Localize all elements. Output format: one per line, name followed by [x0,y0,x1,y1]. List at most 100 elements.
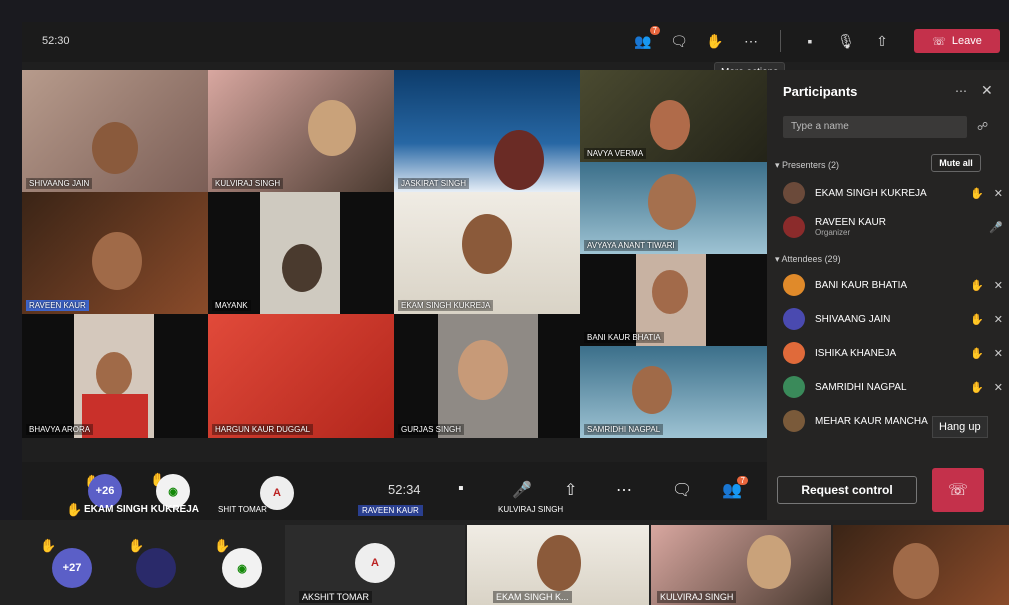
more-options-icon[interactable]: ⋯ [616,480,632,500]
avatar [783,308,805,330]
avatar [783,182,805,204]
participant-name: RAVEEN KAUR [815,217,886,228]
tile-name: EKAM SINGH K... [493,591,572,603]
share-screen-icon[interactable]: ⇧ [564,480,577,500]
avatar [783,342,805,364]
camera-icon[interactable]: ▪ [799,30,821,52]
share-icon[interactable]: ⇧ [871,30,893,52]
participant-face [282,244,322,292]
panel-title: Participants [783,84,858,99]
flag-avatar: ◉ [222,548,262,588]
video-grid: SHIVAANG JAIN KULVIRAJ SINGH JASKIRAT SI… [22,70,767,462]
video-tile[interactable]: EKAM SINGH KUKREJA [394,192,580,314]
more-actions-icon[interactable]: ⋯ [740,30,762,52]
leave-button[interactable]: ☏ Leave [914,29,1000,53]
video-tile[interactable]: EKAM SINGH K... [467,525,649,605]
tile-name: AVYAYA ANANT TIWARI [584,240,678,251]
video-tile[interactable]: KULVIRAJ SINGH [651,525,831,605]
more-participants-badge[interactable]: +27 [52,548,92,588]
participants-icon[interactable]: 👥 7 [722,476,748,500]
video-tile[interactable]: GURJAS SINGH [394,314,580,438]
call-control-bar: ✋ +26 ✋ ◉ A 52:34 ▪ 🎤 ⇧ ⋯ 🗨 👥7 ✋ EKAM SI… [22,462,767,520]
presenters-label: Presenters (2) [782,160,840,170]
request-control-button[interactable]: Request control [777,476,917,504]
mute-all-button[interactable]: Mute all [931,154,981,172]
video-tile[interactable]: KULVIRAJ SINGH [208,70,394,192]
meeting-timer: 52:30 [42,35,70,47]
mic-off-icon[interactable]: ✕ [994,381,1003,394]
phone-icon: ☏ [947,482,968,499]
mic-icon[interactable]: 🎤 [512,480,532,500]
mic-off-icon[interactable]: ✕ [994,313,1003,326]
tile-name: GURJAS SINGH [398,424,465,435]
video-tile[interactable]: SAMRIDHI NAGPAL [580,346,767,438]
bottom-name: RAVEEN KAUR [358,505,423,516]
attendees-header[interactable]: ▾ Attendees (29) [775,254,841,265]
mic-off-icon[interactable]: ✕ [994,279,1003,292]
bottom-name: KULVIRAJ SINGH [498,505,564,514]
participant-video [462,214,512,274]
participant-info: RAVEEN KAUR Organizer [815,217,967,237]
participants-badge: 7 [649,26,660,35]
chat-icon[interactable]: 🗨 [672,480,692,500]
chat-icon[interactable]: 🗨 [668,30,690,52]
video-tile[interactable]: A AKSHIT TOMAR [285,525,465,605]
avatar [783,410,805,432]
tile-name: MAYANK [212,300,251,311]
participant-face [458,340,508,400]
video-tile[interactable]: NAVYA VERMA [580,70,767,162]
video-tile[interactable]: SHIVAANG JAIN [22,70,208,192]
video-tile[interactable]: RAVEEN KAUR [22,192,208,314]
leave-label: Leave [951,35,982,47]
raise-hand-icon[interactable]: ✋ [704,30,726,52]
hang-up-button[interactable]: ☏ [932,468,984,512]
video-tile[interactable]: BHAVYA ARORA [22,314,208,438]
avatar [783,216,805,238]
participant-row[interactable]: SAMRIDHI NAGPAL ✋ ✕ [783,374,1003,400]
tile-name: NAVYA VERMA [584,148,647,159]
close-icon[interactable]: ✕ [981,82,993,99]
video-tile[interactable] [833,525,1009,605]
participant-row[interactable]: RAVEEN KAUR Organizer 🎤 [783,210,1003,244]
video-tile[interactable]: HARGUN KAUR DUGGAL [208,314,394,438]
search-input[interactable]: Type a name [783,116,967,138]
video-tile[interactable]: MAYANK [208,192,394,314]
participant-row[interactable]: EKAM SINGH KUKREJA ✋ ✕ [783,180,1003,206]
participant-role: Organizer [815,228,851,237]
participant-row[interactable]: BANI KAUR BHATIA ✋ ✕ [783,272,1003,298]
tile-name: SAMRIDHI NAGPAL [584,424,664,435]
more-icon[interactable]: ⋯ [955,84,967,98]
tile-name: BHAVYA ARORA [26,424,94,435]
participant-face [652,270,688,314]
more-participants-badge[interactable]: +26 [88,474,122,508]
tile-name: RAVEEN KAUR [26,300,89,311]
raised-hand-icon: ✋ [970,347,984,360]
mic-off-icon[interactable]: 🎙 [835,30,857,52]
tile-name: BANI KAUR BHATIA [584,332,664,343]
participant-video [92,122,138,174]
link-icon[interactable]: ☍ [977,120,988,133]
participant-video [632,366,672,414]
participant-video [537,535,581,591]
video-tile[interactable]: BANI KAUR BHATIA [580,254,767,346]
tile-name: EKAM SINGH KUKREJA [398,300,494,311]
camera-icon[interactable]: ▪ [458,480,464,498]
call-timer: 52:34 [388,482,421,497]
video-tile[interactable]: JASKIRAT SINGH [394,70,580,192]
avatar [783,274,805,296]
participants-icon[interactable]: 👥 7 [632,26,660,52]
chevron-down-icon: ▾ [775,160,783,170]
participant-video [494,130,544,190]
mic-icon[interactable]: 🎤 [989,221,1003,234]
tile-name: JASKIRAT SINGH [398,178,470,189]
presenters-header[interactable]: ▾ Presenters (2) [775,160,839,171]
tile-name: HARGUN KAUR DUGGAL [212,424,314,435]
mic-off-icon[interactable]: ✕ [994,347,1003,360]
participant-row[interactable]: SHIVAANG JAIN ✋ ✕ [783,306,1003,332]
phone-icon: ☏ [932,35,946,48]
video-tile[interactable]: AVYAYA ANANT TIWARI [580,162,767,254]
mic-off-icon[interactable]: ✕ [994,187,1003,200]
participant-row[interactable]: ISHIKA KHANEJA ✋ ✕ [783,340,1003,366]
teams-meeting-window: 52:30 👥7 🗨 ✋ ⋯ ▪ 🎙 ⇧ ☏ Leave More action… [22,22,1009,520]
avatar [783,376,805,398]
